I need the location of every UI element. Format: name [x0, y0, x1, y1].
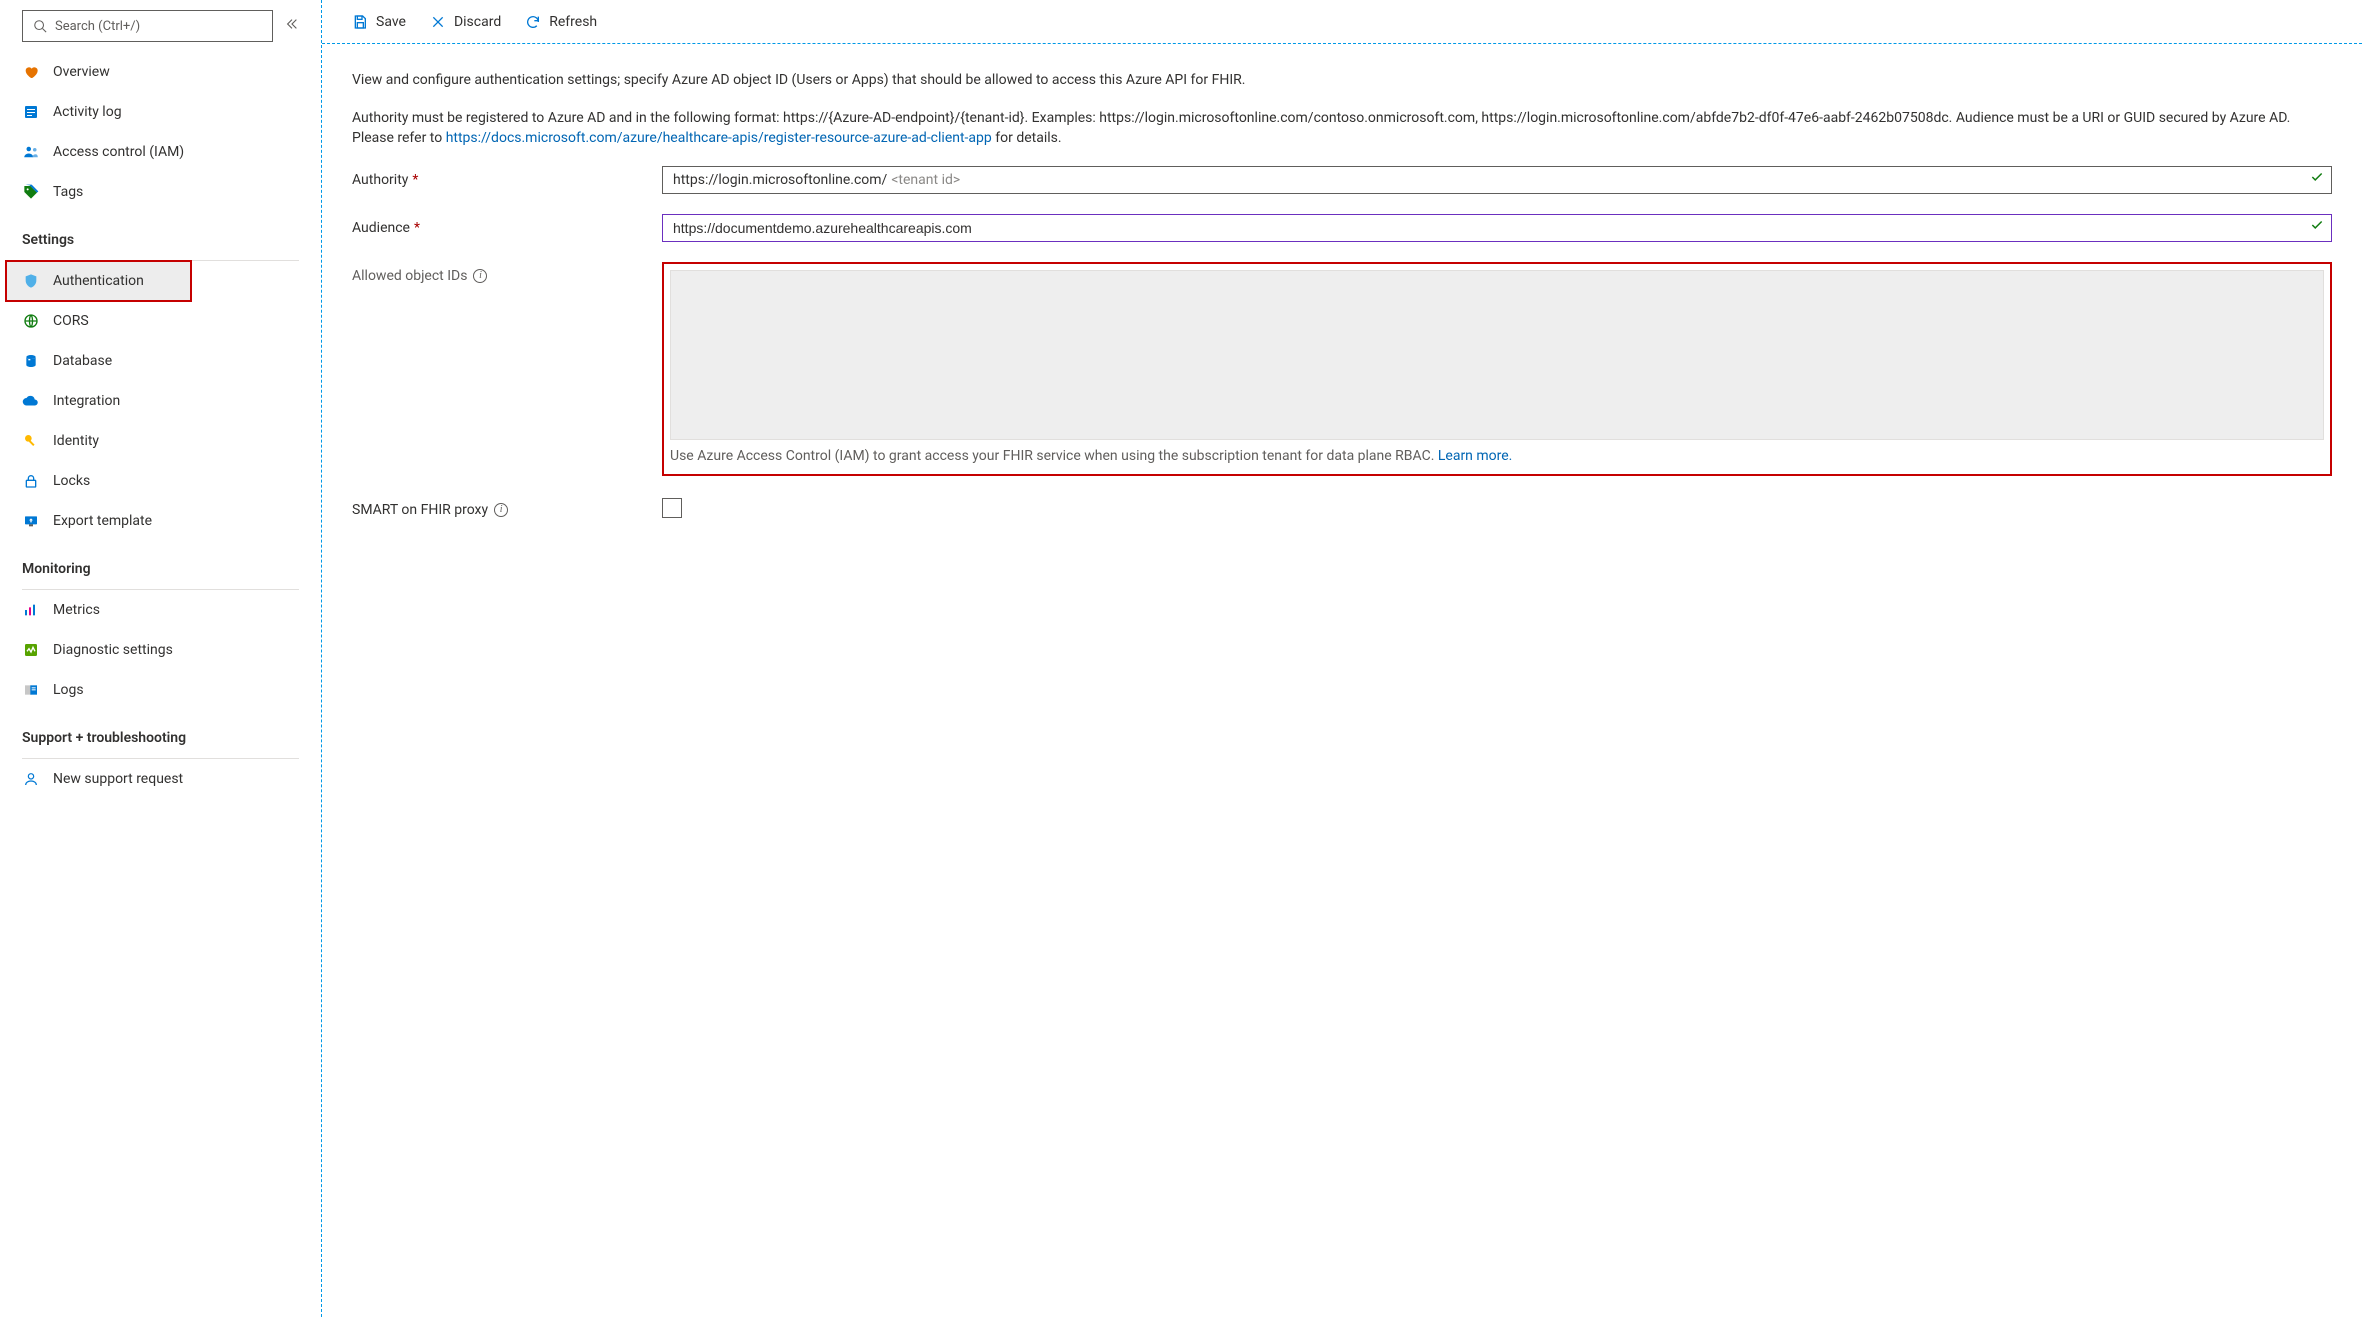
metrics-icon [22, 601, 40, 619]
chevron-double-left-icon [285, 17, 299, 31]
allowed-object-ids-hint: Use Azure Access Control (IAM) to grant … [670, 446, 2324, 466]
audience-label: Audience* [352, 214, 662, 238]
tag-icon [22, 183, 40, 201]
heart-icon [22, 63, 40, 81]
sidebar-item-access-control[interactable]: Access control (IAM) [0, 132, 321, 172]
sidebar-item-label: Authentication [53, 273, 144, 289]
discard-button[interactable]: Discard [420, 0, 511, 43]
search-input[interactable]: Search (Ctrl+/) [22, 10, 273, 42]
sidebar-item-identity[interactable]: Identity [0, 421, 321, 461]
info-icon[interactable]: i [473, 269, 487, 283]
smart-proxy-checkbox[interactable] [662, 498, 682, 518]
cloud-icon [22, 392, 40, 410]
required-indicator: * [414, 218, 420, 238]
form-row-allowed-object-ids: Allowed object IDs i Use Azure Access Co… [352, 262, 2332, 476]
refresh-button[interactable]: Refresh [515, 0, 607, 43]
database-icon [22, 352, 40, 370]
smart-proxy-label: SMART on FHIR proxy i [352, 496, 662, 520]
people-icon [22, 143, 40, 161]
sidebar-item-activity-log[interactable]: Activity log [0, 92, 321, 132]
check-icon [2310, 218, 2324, 238]
lock-icon [22, 472, 40, 490]
sidebar-item-new-support-request[interactable]: New support request [0, 759, 321, 799]
label-text: Audience [352, 218, 410, 238]
intro-text-1: View and configure authentication settin… [352, 70, 2332, 90]
content: View and configure authentication settin… [322, 44, 2362, 570]
allowed-object-ids-box[interactable] [670, 270, 2324, 440]
docs-link[interactable]: https://docs.microsoft.com/azure/healthc… [446, 130, 992, 146]
authority-label: Authority* [352, 166, 662, 190]
sidebar-item-label: Diagnostic settings [53, 642, 173, 658]
sidebar-item-metrics[interactable]: Metrics [0, 590, 321, 630]
nav-group-monitoring: Monitoring [0, 541, 321, 583]
form-row-audience: Audience* [352, 214, 2332, 242]
form-row-smart-proxy: SMART on FHIR proxy i [352, 496, 2332, 520]
sidebar-item-label: Access control (IAM) [53, 144, 184, 160]
logs-icon [22, 681, 40, 699]
key-icon [22, 432, 40, 450]
search-placeholder: Search (Ctrl+/) [55, 19, 140, 34]
search-icon [33, 19, 47, 33]
sidebar-item-label: CORS [53, 313, 89, 329]
save-button[interactable]: Save [342, 0, 416, 43]
globe-icon [22, 312, 40, 330]
sidebar-item-label: Integration [53, 393, 120, 409]
sidebar-item-tags[interactable]: Tags [0, 172, 321, 212]
authority-value: https://login.microsoftonline.com/ [673, 170, 887, 190]
nav-list: Overview Activity log Access control (IA… [0, 46, 321, 799]
shield-icon [22, 272, 40, 290]
main-panel: Save Discard Refresh View and configure … [322, 0, 2362, 1317]
toolbar-label: Discard [454, 14, 501, 30]
required-indicator: * [412, 170, 418, 190]
sidebar-item-label: Metrics [53, 602, 100, 618]
export-icon [22, 512, 40, 530]
sidebar-item-locks[interactable]: Locks [0, 461, 321, 501]
sidebar-item-database[interactable]: Database [0, 341, 321, 381]
sidebar-item-label: Database [53, 353, 112, 369]
sidebar-item-diagnostic-settings[interactable]: Diagnostic settings [0, 630, 321, 670]
audience-input[interactable] [662, 214, 2332, 242]
label-text: Allowed object IDs [352, 266, 467, 286]
learn-more-link[interactable]: Learn more. [1438, 448, 1513, 464]
label-text: SMART on FHIR proxy [352, 500, 488, 520]
sidebar-item-label: Locks [53, 473, 90, 489]
support-person-icon [22, 770, 40, 788]
sidebar-item-logs[interactable]: Logs [0, 670, 321, 710]
nav-group-settings: Settings [0, 212, 321, 254]
sidebar-item-integration[interactable]: Integration [0, 381, 321, 421]
save-icon [352, 14, 368, 30]
sidebar-item-export-template[interactable]: Export template [0, 501, 321, 541]
form-row-authority: Authority* https://login.microsoftonline… [352, 166, 2332, 194]
sidebar-item-label: Tags [53, 184, 83, 200]
sidebar-item-cors[interactable]: CORS [0, 301, 321, 341]
allowed-object-ids-label: Allowed object IDs i [352, 262, 662, 286]
intro-text-2: Authority must be registered to Azure AD… [352, 108, 2332, 148]
check-icon [2310, 170, 2324, 190]
sidebar: Search (Ctrl+/) Overview Activity log [0, 0, 322, 1317]
toolbar-label: Refresh [549, 14, 597, 30]
sidebar-item-authentication[interactable]: Authentication [6, 261, 191, 301]
authority-placeholder-suffix: <tenant id> [891, 170, 960, 190]
authority-input[interactable]: https://login.microsoftonline.com/ <tena… [662, 166, 2332, 194]
intro-text-2b: for details. [995, 130, 1061, 146]
sidebar-item-label: Activity log [53, 104, 122, 120]
sidebar-item-label: Overview [53, 64, 110, 80]
sidebar-item-label: Logs [53, 682, 84, 698]
collapse-sidebar-button[interactable] [285, 17, 299, 35]
diagnostic-icon [22, 641, 40, 659]
toolbar: Save Discard Refresh [322, 0, 2362, 44]
sidebar-item-overview[interactable]: Overview [0, 52, 321, 92]
sidebar-item-label: New support request [53, 771, 183, 787]
close-icon [430, 14, 446, 30]
label-text: Authority [352, 170, 408, 190]
nav-group-support: Support + troubleshooting [0, 710, 321, 752]
log-icon [22, 103, 40, 121]
sidebar-item-label: Identity [53, 433, 99, 449]
refresh-icon [525, 14, 541, 30]
info-icon[interactable]: i [494, 503, 508, 517]
toolbar-label: Save [376, 14, 406, 30]
allowed-object-ids-highlight: Use Azure Access Control (IAM) to grant … [662, 262, 2332, 476]
sidebar-item-label: Export template [53, 513, 152, 529]
hint-text: Use Azure Access Control (IAM) to grant … [670, 448, 1438, 464]
